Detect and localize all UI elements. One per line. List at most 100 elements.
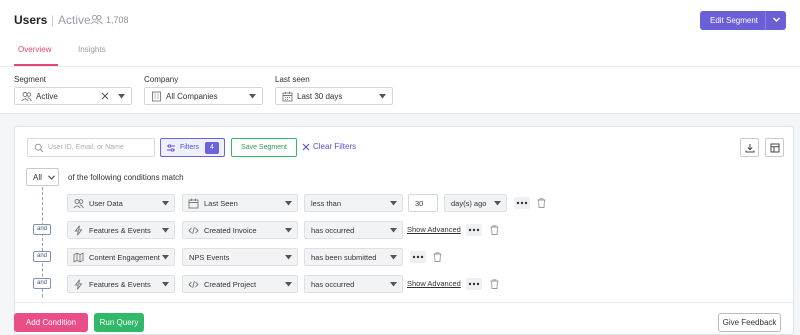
- last-seen-label: Last seen: [275, 75, 310, 84]
- caret-down-icon: [494, 201, 501, 206]
- filters-label: Filters: [180, 144, 200, 151]
- panel-divider: [15, 302, 793, 303]
- condition-source-select[interactable]: Features & Events: [67, 275, 175, 293]
- condition-operator-value: has occurred: [311, 226, 355, 235]
- caret-down-icon: [390, 282, 397, 287]
- download-icon: [745, 144, 755, 153]
- building-icon: [152, 91, 161, 102]
- segment-select[interactable]: Active: [14, 87, 132, 105]
- condition-operator-select[interactable]: less than: [304, 194, 403, 212]
- chevron-down-icon[interactable]: [771, 14, 782, 25]
- more-options-button[interactable]: [410, 251, 426, 263]
- and-connector: and: [33, 251, 51, 262]
- company-select[interactable]: All Companies: [144, 87, 263, 105]
- title-separator: |: [51, 13, 55, 27]
- tab-overview[interactable]: Overview: [18, 45, 51, 54]
- search-placeholder: User ID, Email, or Name: [48, 144, 124, 151]
- calendar-icon: [282, 91, 293, 102]
- edit-segment-button[interactable]: Edit Segment: [700, 11, 786, 30]
- search-icon: [34, 143, 44, 153]
- close-icon: [302, 143, 310, 151]
- users-icon: [21, 92, 32, 102]
- query-builder-panel: User ID, Email, or Name Filters 4 Save S…: [14, 126, 794, 335]
- show-advanced-link[interactable]: Show Advanced: [407, 279, 461, 288]
- chevron-down-icon: [48, 175, 55, 180]
- clear-filters-label: Clear Filters: [313, 142, 357, 151]
- caret-down-icon: [162, 255, 169, 260]
- users-icon: [73, 199, 84, 209]
- condition-source-value: Content Engagement: [89, 253, 160, 262]
- columns-icon: [770, 143, 780, 153]
- company-value: All Companies: [166, 92, 218, 101]
- condition-source-select[interactable]: Content Engagement: [67, 248, 175, 266]
- condition-field-value: Created Project: [204, 280, 257, 289]
- more-options-button[interactable]: [514, 197, 530, 209]
- condition-operator-select[interactable]: has occurred: [304, 275, 403, 293]
- last-seen-select[interactable]: Last 30 days: [275, 87, 393, 105]
- condition-field-value: Last Seen: [204, 199, 238, 208]
- condition-source-value: Features & Events: [89, 226, 151, 235]
- filters-count-badge: 4: [205, 142, 219, 154]
- sliders-icon: [167, 144, 175, 152]
- code-icon: [188, 280, 199, 289]
- caret-down-icon: [249, 94, 256, 99]
- condition-source-select[interactable]: User Data: [67, 194, 175, 212]
- condition-field-select[interactable]: Created Project: [182, 275, 298, 293]
- search-input[interactable]: User ID, Email, or Name: [27, 138, 155, 157]
- condition-operator-value: less than: [311, 199, 342, 208]
- caret-down-icon: [162, 201, 169, 206]
- condition-operator-value: has occurred: [311, 280, 355, 289]
- condition-operator-select[interactable]: has occurred: [304, 221, 403, 239]
- trash-icon[interactable]: [433, 252, 442, 262]
- caret-down-icon: [285, 282, 292, 287]
- caret-down-icon: [390, 228, 397, 233]
- caret-down-icon: [379, 94, 386, 99]
- add-condition-button[interactable]: Add Condition: [14, 313, 88, 332]
- caret-down-icon: [162, 228, 169, 233]
- page-title: Users: [14, 13, 48, 27]
- condition-field-select[interactable]: Created Invoice: [182, 221, 298, 239]
- tab-insights[interactable]: Insights: [78, 45, 106, 54]
- save-segment-button[interactable]: Save Segment: [231, 138, 297, 157]
- show-advanced-link[interactable]: Show Advanced: [407, 225, 461, 234]
- condition-value: 30: [415, 199, 424, 208]
- match-mode-select[interactable]: All: [26, 168, 59, 186]
- match-description: of the following conditions match: [68, 173, 184, 182]
- lightning-icon: [74, 225, 83, 236]
- and-connector: and: [33, 224, 51, 235]
- filters-button[interactable]: Filters 4: [160, 138, 225, 157]
- columns-button[interactable]: [765, 138, 784, 157]
- condition-unit-value: day(s) ago: [451, 199, 487, 208]
- condition-value-input[interactable]: 30: [408, 194, 438, 212]
- condition-source-value: User Data: [89, 199, 123, 208]
- tab-divider: [0, 66, 800, 67]
- user-count: 1,708: [106, 15, 129, 25]
- match-mode-value: All: [33, 173, 42, 182]
- download-button[interactable]: [740, 138, 759, 157]
- company-label: Company: [144, 75, 179, 84]
- condition-operator-select[interactable]: has been submitted: [304, 248, 403, 266]
- clear-icon[interactable]: [100, 91, 110, 101]
- condition-unit-select[interactable]: day(s) ago: [444, 194, 507, 212]
- segment-label: Segment: [14, 75, 47, 84]
- trash-icon[interactable]: [490, 225, 499, 235]
- trash-icon[interactable]: [490, 279, 499, 289]
- condition-field-value: NPS Events: [189, 253, 230, 262]
- more-options-button[interactable]: [466, 224, 482, 236]
- button-divider: [765, 11, 766, 30]
- more-options-button[interactable]: [466, 278, 482, 290]
- condition-field-select[interactable]: NPS Events: [182, 248, 298, 266]
- caret-down-icon: [162, 282, 169, 287]
- caret-down-icon: [285, 228, 292, 233]
- run-query-button[interactable]: Run Query: [94, 313, 144, 332]
- condition-source-select[interactable]: Features & Events: [67, 221, 175, 239]
- condition-field-select[interactable]: Last Seen: [182, 194, 298, 212]
- edit-segment-label: Edit Segment: [709, 16, 759, 25]
- segment-value: Active: [36, 92, 58, 101]
- caret-down-icon: [118, 94, 125, 99]
- caret-down-icon: [390, 255, 397, 260]
- calendar-icon: [188, 198, 199, 209]
- give-feedback-button[interactable]: Give Feedback: [718, 313, 781, 332]
- condition-field-value: Created Invoice: [204, 226, 257, 235]
- trash-icon[interactable]: [537, 198, 546, 208]
